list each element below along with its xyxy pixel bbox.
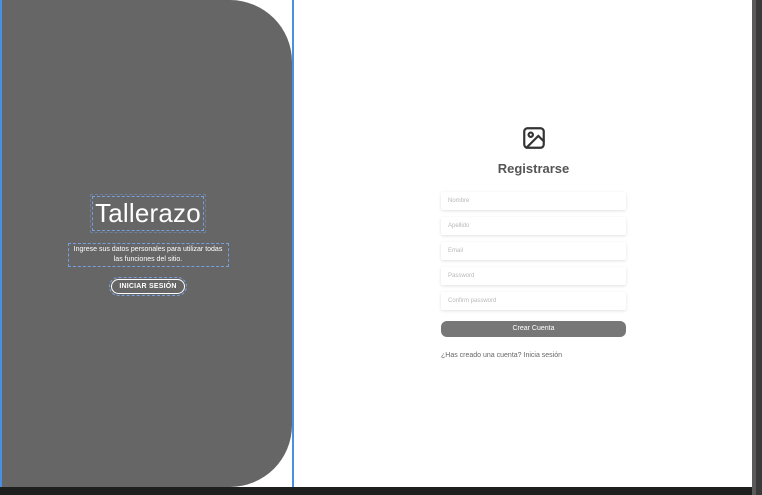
login-button[interactable]: INICIAR SESIÓN <box>109 277 187 296</box>
create-account-button[interactable]: Crear Cuenta <box>441 321 626 337</box>
login-link[interactable]: ¿Has creado una cuenta? Inicia sesión <box>441 352 626 359</box>
left-welcome-panel: Tallerazo Ingrese sus datos personales p… <box>0 0 292 487</box>
first-name-input[interactable]: Nombre <box>441 192 626 210</box>
form-title: Registrarse <box>497 161 570 176</box>
password-input[interactable]: Password <box>441 267 626 285</box>
confirm-password-input[interactable]: Confirm password <box>441 292 626 310</box>
image-icon <box>522 127 545 149</box>
window-edge <box>752 0 762 495</box>
welcome-subtitle: Ingrese sus datos personales para utiliz… <box>67 243 229 267</box>
email-input[interactable]: Email <box>441 242 626 260</box>
form-fields: Nombre Apellido Email Password Confirm p… <box>441 192 626 310</box>
register-form: Registrarse Nombre Apellido Email Passwo… <box>441 125 626 359</box>
app-frame: Tallerazo Ingrese sus datos personales p… <box>0 0 752 487</box>
welcome-content: Tallerazo Ingrese sus datos personales p… <box>2 194 294 296</box>
last-name-input[interactable]: Apellido <box>441 217 626 235</box>
brand-title: Tallerazo <box>90 194 206 233</box>
